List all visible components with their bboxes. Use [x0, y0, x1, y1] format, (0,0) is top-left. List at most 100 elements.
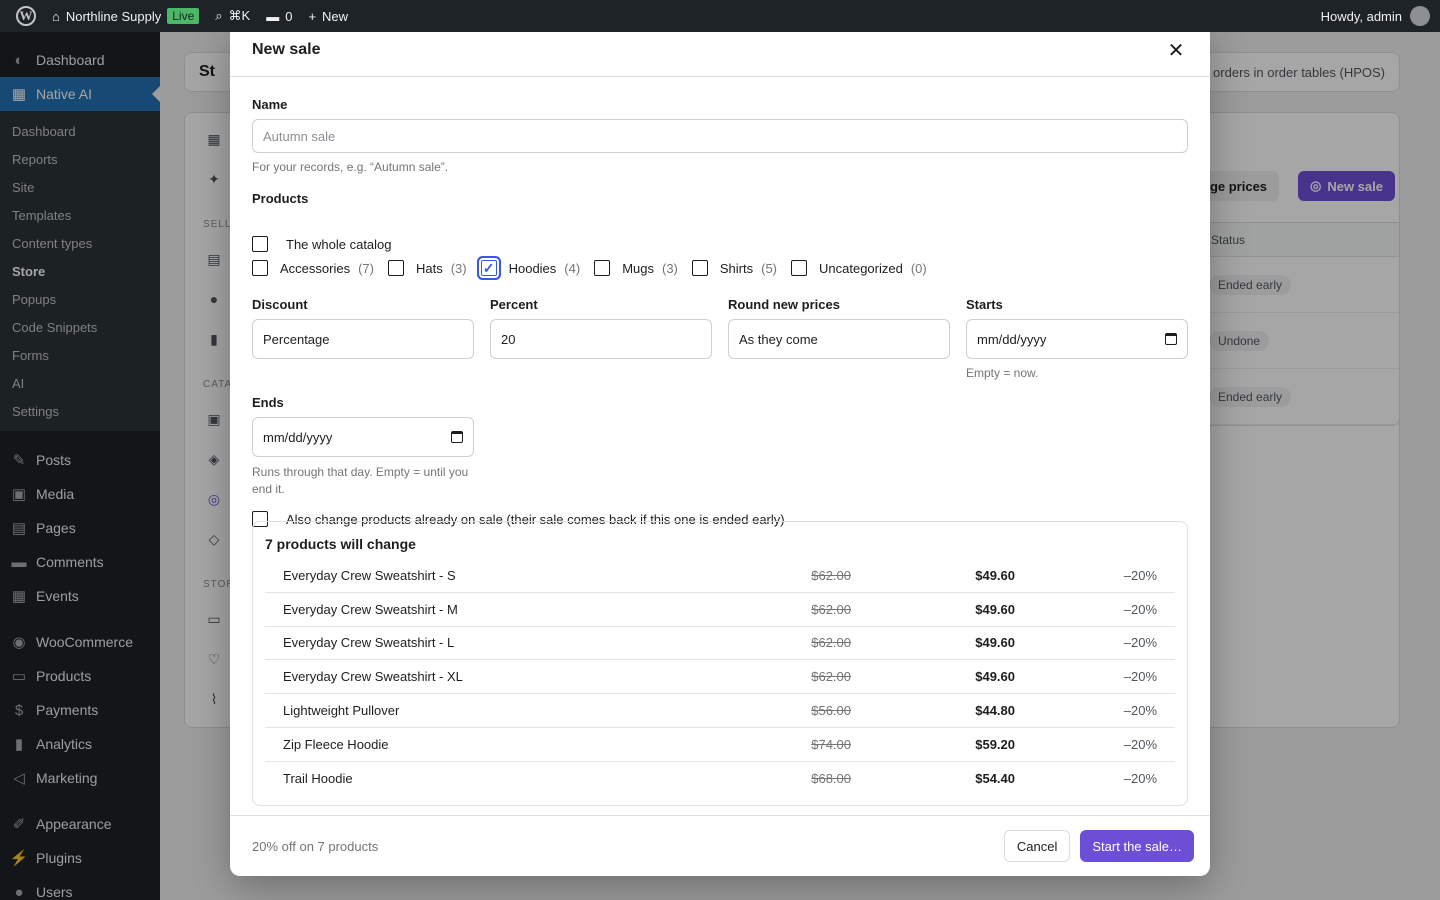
- whole-catalog-checkbox[interactable]: The whole catalog: [252, 236, 392, 252]
- old-price: $62.00: [811, 601, 851, 617]
- preview-title: 7 products will change: [265, 536, 416, 552]
- comments-count: 0: [285, 8, 293, 24]
- discount-label: Discount: [252, 297, 308, 312]
- name-label: Name: [252, 97, 288, 112]
- starts-label: Starts: [966, 297, 1003, 312]
- modal-body: Name Autumn sale For your records, e.g. …: [230, 77, 1210, 815]
- calendar-icon[interactable]: [451, 431, 463, 443]
- category-count: (0): [910, 260, 927, 276]
- new-price: $49.60: [975, 669, 1015, 685]
- modal-title: New sale: [252, 41, 321, 58]
- sale-summary: 20% off on 7 products: [252, 838, 379, 854]
- category-accessories[interactable]: Accessories (7): [252, 260, 374, 276]
- new-label: New: [322, 8, 349, 24]
- category-name: Uncategorized: [819, 260, 903, 276]
- comments-link[interactable]: ▬ 0: [258, 0, 300, 32]
- avatar: [1410, 6, 1430, 26]
- product-name: Trail Hoodie: [283, 771, 353, 787]
- site-name: Northline Supply: [65, 8, 162, 24]
- checkbox-box[interactable]: [252, 260, 268, 276]
- close-button[interactable]: ✕: [1164, 38, 1188, 62]
- category-count: (3): [661, 260, 678, 276]
- live-badge: Live: [167, 8, 200, 24]
- site-name-link[interactable]: ⌂ Northline Supply Live: [44, 0, 207, 32]
- starts-date-input[interactable]: mm/dd/yyyy: [966, 319, 1188, 359]
- name-help: For your records, e.g. “Autumn sale”.: [252, 160, 449, 174]
- products-label: Products: [252, 191, 309, 206]
- product-name: Zip Fleece Hoodie: [283, 736, 389, 752]
- ends-date-input[interactable]: mm/dd/yyyy: [252, 417, 474, 457]
- checkbox-box[interactable]: [791, 260, 807, 276]
- category-count: (4): [564, 260, 581, 276]
- preview-table: Everyday Crew Sweatshirt - S $62.00 $49.60…: [265, 559, 1175, 796]
- new-price: $44.80: [975, 703, 1015, 719]
- category-name: Mugs: [622, 260, 654, 276]
- table-row: Everyday Crew Sweatshirt - S $62.00 $49.60…: [265, 559, 1175, 593]
- checkbox-box[interactable]: [594, 260, 611, 276]
- wordpress-logo-button[interactable]: W: [0, 0, 44, 32]
- percent-label: Percent: [490, 297, 538, 312]
- category-name: Shirts: [719, 260, 754, 276]
- start-sale-button[interactable]: Start the sale…: [1080, 830, 1194, 862]
- whole-catalog-label: The whole catalog: [286, 236, 392, 252]
- checkbox-box[interactable]: [252, 236, 268, 252]
- name-input[interactable]: Autumn sale: [252, 119, 1188, 153]
- old-price: $74.00: [811, 736, 851, 752]
- round-select[interactable]: As they come: [728, 319, 950, 359]
- calendar-icon[interactable]: [1165, 333, 1177, 345]
- plus-icon: +: [308, 8, 317, 24]
- product-name: Everyday Crew Sweatshirt - S: [283, 567, 456, 583]
- new-content-button[interactable]: + New: [300, 0, 356, 32]
- percent-input[interactable]: 20: [490, 319, 712, 359]
- category-count: (5): [761, 260, 777, 276]
- old-price: $62.00: [811, 567, 851, 583]
- ends-help: Runs through that day. Empty = until you…: [252, 465, 469, 496]
- percent-change: –20%: [1123, 771, 1157, 787]
- new-sale-modal: New sale ✕ Name Autumn sale For your rec…: [230, 24, 1210, 876]
- category-name: Hats: [415, 260, 443, 276]
- wordpress-icon: W: [16, 6, 36, 26]
- old-price: $62.00: [811, 669, 851, 685]
- category-count: (3): [450, 260, 467, 276]
- greeting: Howdy, admin: [1320, 8, 1402, 24]
- checkbox-box[interactable]: [480, 260, 497, 276]
- category-name: Accessories: [280, 260, 351, 276]
- category-shirts[interactable]: Shirts (5): [691, 260, 777, 276]
- search-shortcut: ⌘K: [228, 8, 251, 23]
- search-button[interactable]: ⌕ ⌘K: [207, 0, 258, 32]
- my-account[interactable]: Howdy, admin: [1321, 6, 1440, 26]
- table-row: Everyday Crew Sweatshirt - M $62.00 $49.60…: [265, 593, 1175, 627]
- starts-date-value: mm/dd/yyyy: [977, 331, 1047, 347]
- percent-change: –20%: [1123, 669, 1157, 685]
- product-name: Everyday Crew Sweatshirt - M: [283, 601, 458, 617]
- category-name: Hoodies: [508, 260, 557, 276]
- category-mugs[interactable]: Mugs (3): [594, 260, 678, 276]
- product-name: Lightweight Pullover: [283, 703, 400, 719]
- category-hoodies[interactable]: Hoodies (4): [480, 260, 581, 276]
- table-row: Zip Fleece Hoodie $74.00 $59.20 –20%: [265, 728, 1175, 762]
- new-price: $49.60: [975, 601, 1015, 617]
- comment-icon: ▬: [266, 8, 280, 24]
- new-price: $49.60: [975, 635, 1015, 651]
- new-price: $54.40: [975, 771, 1015, 787]
- category-hats[interactable]: Hats (3): [387, 260, 467, 276]
- product-name: Everyday Crew Sweatshirt - XL: [283, 669, 463, 685]
- percent-change: –20%: [1123, 635, 1157, 651]
- round-label: Round new prices: [728, 297, 840, 312]
- checkbox-box[interactable]: [387, 260, 404, 276]
- percent-change: –20%: [1123, 601, 1157, 617]
- ends-date-value: mm/dd/yyyy: [263, 429, 333, 445]
- cancel-button[interactable]: Cancel: [1003, 830, 1071, 862]
- old-price: $56.00: [811, 703, 851, 719]
- table-row: Trail Hoodie $68.00 $54.40 –20%: [265, 762, 1175, 796]
- checkbox-box[interactable]: [691, 260, 708, 276]
- close-icon: ✕: [1167, 39, 1185, 62]
- preview-panel: 7 products will change Everyday Crew Swe…: [252, 521, 1188, 806]
- new-price: $59.20: [975, 736, 1015, 752]
- home-icon: ⌂: [52, 8, 60, 24]
- ends-label: Ends: [252, 395, 284, 410]
- percent-change: –20%: [1123, 567, 1157, 583]
- new-price: $49.60: [975, 567, 1015, 583]
- discount-select[interactable]: Percentage: [252, 319, 474, 359]
- category-uncategorized[interactable]: Uncategorized (0): [791, 260, 927, 276]
